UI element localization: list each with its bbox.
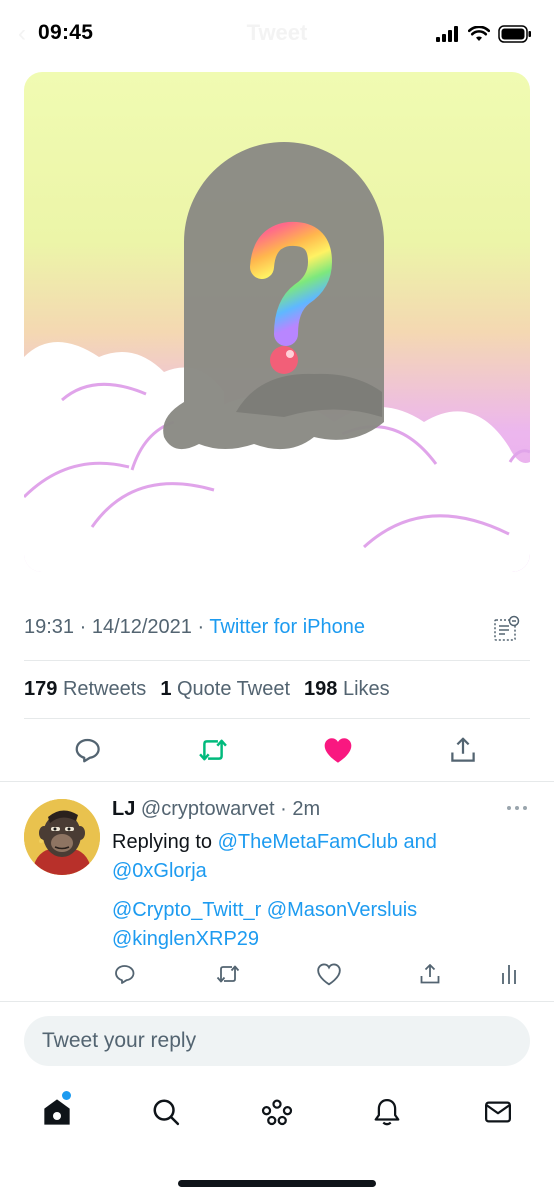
reply-button[interactable] <box>68 730 108 770</box>
likes-stat[interactable]: 198 Likes <box>304 678 390 700</box>
retweets-count: 179 <box>24 678 58 700</box>
tab-notifications[interactable] <box>367 1092 407 1132</box>
divider <box>24 718 530 719</box>
home-indicator <box>178 1180 376 1187</box>
quotes-label: Quote Tweet <box>177 678 291 700</box>
share-icon <box>451 737 475 762</box>
cellular-signal-icon <box>436 26 458 42</box>
reply-retweet-button[interactable] <box>213 959 243 989</box>
wifi-icon <box>468 26 490 41</box>
battery-icon <box>498 25 531 43</box>
status-icons <box>436 24 532 44</box>
divider <box>0 1001 554 1002</box>
status-time: 09:45 <box>38 21 94 44</box>
like-icon <box>317 963 341 986</box>
share-button[interactable] <box>443 730 483 770</box>
mention-link[interactable]: @MasonVersluis <box>267 899 417 921</box>
reply-like-button[interactable] <box>314 959 344 989</box>
timestamp-text: 19:31 · 14/12/2021 · <box>24 616 210 638</box>
divider <box>24 660 530 661</box>
source-link[interactable]: Twitter for iPhone <box>209 616 365 638</box>
retweets-label: Retweets <box>62 678 147 700</box>
replying-to-prefix: Replying to <box>112 831 218 853</box>
retweet-icon <box>199 739 227 761</box>
retweets-stat[interactable]: 179 Retweets <box>24 678 146 700</box>
home-icon <box>44 1099 70 1125</box>
spaces-icon <box>261 1099 293 1126</box>
retweet-button[interactable] <box>193 730 233 770</box>
replying-to-user-link[interactable]: @TheMetaFamClub <box>218 831 398 853</box>
divider <box>0 781 554 782</box>
mystery-nft-illustration <box>24 72 530 572</box>
reply-share-button[interactable] <box>415 959 445 989</box>
reply-author-name[interactable]: LJ <box>112 798 135 820</box>
like-icon <box>324 738 352 763</box>
tweet-analytics-icon[interactable] <box>492 615 522 643</box>
analytics-icon <box>502 965 516 984</box>
reply-handle-time: @cryptowarvet · 2m <box>140 798 321 820</box>
reply-reply-button[interactable] <box>110 959 140 989</box>
avatar[interactable] <box>24 799 100 875</box>
quotes-stat[interactable]: 1 Quote Tweet <box>160 678 290 700</box>
like-button[interactable] <box>318 730 358 770</box>
ape-avatar-image <box>24 799 100 875</box>
likes-count: 198 <box>304 678 338 700</box>
share-icon <box>420 964 440 984</box>
tab-home[interactable] <box>37 1092 77 1132</box>
reply-body: @Crypto_Twitt_r @MasonVersluis @kinglenXR… <box>112 896 512 954</box>
home-notification-dot <box>62 1091 71 1100</box>
replying-to-user-link[interactable]: @0xGlorja <box>112 860 207 882</box>
replying-to-and[interactable]: and <box>398 831 437 853</box>
reply-input[interactable] <box>24 1016 530 1066</box>
reply-analytics-button[interactable] <box>494 959 524 989</box>
notifications-icon <box>374 1099 400 1126</box>
replying-to: Replying to @TheMetaFamClub and @0xGlorja <box>112 828 512 886</box>
likes-label: Likes <box>342 678 390 700</box>
tweet-stats: 179 Retweets 1 Quote Tweet 198 Likes <box>24 678 390 701</box>
tweet-media-image[interactable] <box>24 72 530 572</box>
mention-link[interactable]: @Crypto_Twitt_r <box>112 899 261 921</box>
tab-messages[interactable] <box>478 1092 518 1132</box>
tab-spaces[interactable] <box>257 1092 297 1132</box>
tab-search[interactable] <box>146 1092 186 1132</box>
more-options-icon[interactable] <box>502 798 532 818</box>
tweet-timestamp: 19:31 · 14/12/2021 · Twitter for iPhone <box>24 616 365 639</box>
reply-icon <box>115 965 135 984</box>
search-icon <box>153 1099 180 1126</box>
status-bar: ‹ Tweet 09:45 <box>0 0 554 68</box>
reply-header: LJ @cryptowarvet · 2m <box>112 798 320 821</box>
reply-composer[interactable] <box>24 1016 530 1066</box>
mention-link[interactable]: @kinglenXRP29 <box>112 928 259 950</box>
messages-icon <box>485 1101 511 1123</box>
retweet-icon <box>216 965 240 983</box>
quotes-count: 1 <box>160 678 172 700</box>
reply-icon <box>75 738 100 763</box>
